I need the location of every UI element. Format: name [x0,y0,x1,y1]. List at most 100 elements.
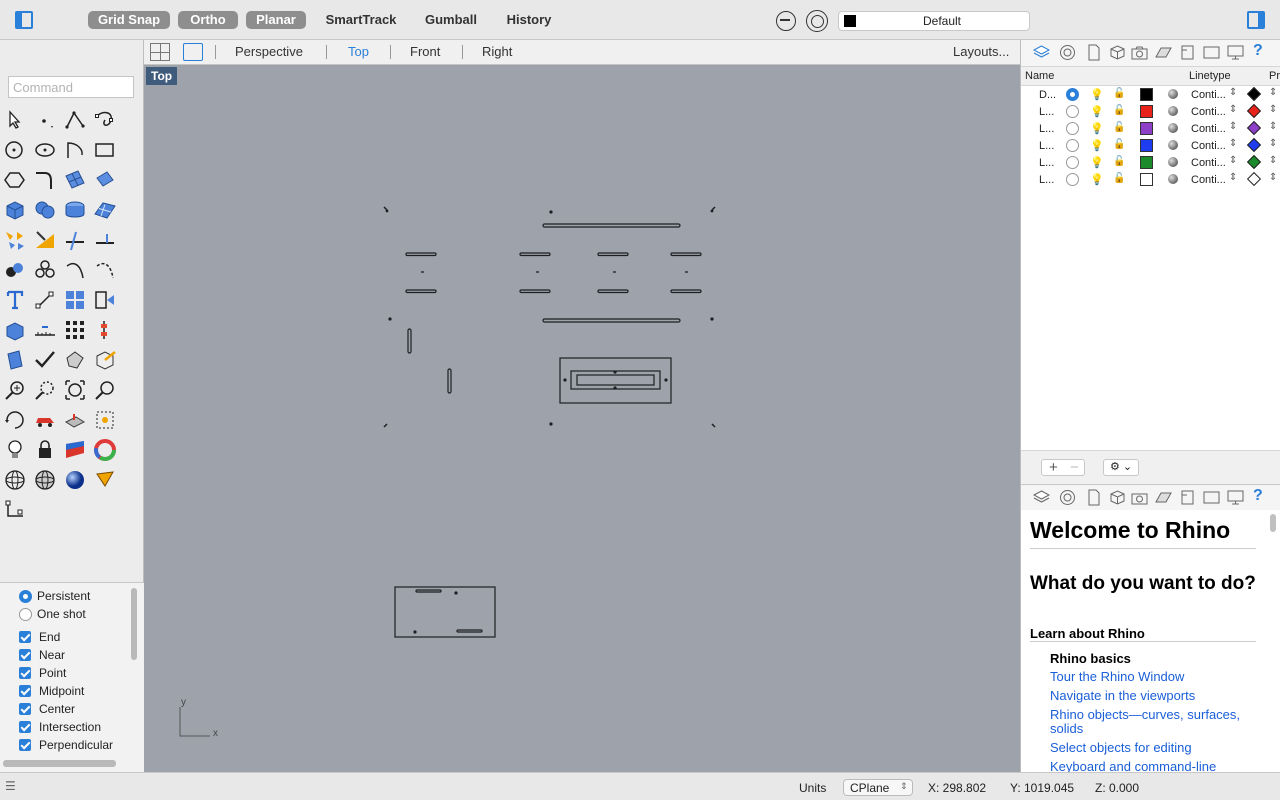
stepper-icon[interactable]: ⇕ [1229,138,1237,149]
zoom-extents-icon[interactable] [63,378,87,402]
material-sphere-icon[interactable] [1168,140,1178,150]
document-tab-icon[interactable] [1085,489,1102,506]
add-layer-icon[interactable]: + [1049,459,1058,476]
layer-color-swatch[interactable] [1140,88,1153,101]
toggle-left-panel-icon[interactable] [15,11,33,29]
light-tab-icon[interactable] [1179,44,1196,61]
top-viewport[interactable]: Top y x [144,65,1020,772]
layer-row[interactable]: D... 💡 🔓 Conti... ⇕ ⇕ [1021,86,1280,104]
lightbulb-icon[interactable]: 💡 [1090,139,1104,152]
help-tab-icon[interactable]: ? [1253,487,1270,504]
gumball-toggle[interactable]: Gumball [420,11,482,29]
check-icon[interactable] [33,348,57,372]
tab-front[interactable]: Front [410,44,440,59]
snap-center-checkbox[interactable]: Center [19,701,75,717]
extrude-icon[interactable] [3,318,27,342]
help-link-tour[interactable]: Tour the Rhino Window [1050,670,1250,684]
arc-icon[interactable] [63,138,87,162]
print-color-diamond-icon[interactable] [1246,154,1262,170]
light-tab-icon[interactable] [1179,489,1196,506]
grid-array-icon[interactable] [63,318,87,342]
stepper-icon[interactable]: ⇕ [1229,172,1237,183]
tab-perspective[interactable]: Perspective [235,44,303,59]
current-layer-radio[interactable] [1066,122,1079,135]
ellipse-icon[interactable] [33,138,57,162]
single-viewport-icon[interactable] [183,43,203,61]
layer-name[interactable]: L... [1039,174,1054,186]
car-icon[interactable] [33,408,57,432]
zoom-selected-icon[interactable] [93,378,117,402]
current-layer-select[interactable]: Default [838,11,1030,31]
materials-tab-icon[interactable] [1155,44,1172,61]
layer-linetype[interactable]: Conti... [1191,157,1226,169]
stepper-icon[interactable]: ⇕ [1269,104,1277,115]
layer-color-swatch[interactable] [1140,156,1153,169]
snap-midpoint-checkbox[interactable]: Midpoint [19,683,84,699]
print-color-diamond-icon[interactable] [1246,120,1262,136]
target-icon[interactable] [806,10,828,32]
lightbulb-icon[interactable]: 💡 [1090,156,1104,169]
gumball-align-icon[interactable] [3,498,27,522]
current-layer-radio[interactable] [1066,173,1079,186]
stepper-icon[interactable]: ⇕ [1229,104,1237,115]
circle-icon[interactable] [3,138,27,162]
planar-toggle[interactable]: Planar [246,11,306,29]
camera-tab-icon[interactable] [1131,44,1148,61]
point-icon[interactable] [33,108,57,132]
render-icon[interactable] [93,348,117,372]
help-scrollbar[interactable] [1270,514,1276,532]
sweep-surface-icon[interactable] [93,168,117,192]
material-sphere-icon[interactable] [1168,89,1178,99]
column-name[interactable]: Name [1025,70,1054,82]
layer-row[interactable]: L... 💡 🔓 Conti... ⇕ ⇕ [1021,171,1280,189]
offset-curve-icon[interactable] [63,258,87,282]
current-layer-radio[interactable] [1066,88,1079,101]
unlock-icon[interactable]: 🔓 [1113,88,1125,99]
layer-linetype[interactable]: Conti... [1191,140,1226,152]
surface-network-icon[interactable] [63,168,87,192]
remove-layer-icon[interactable]: − [1070,459,1079,476]
cube-tab-icon[interactable] [1109,44,1126,61]
material-sphere-icon[interactable] [1168,157,1178,167]
help-link-select[interactable]: Select objects for editing [1050,741,1250,755]
ruler-icon[interactable] [33,318,57,342]
polygon-icon[interactable] [3,168,27,192]
layer-color-swatch[interactable] [1140,139,1153,152]
stepper-icon[interactable]: ⇕ [1269,138,1277,149]
layer-linetype[interactable]: Conti... [1191,123,1226,135]
stepper-icon[interactable]: ⇕ [1269,121,1277,132]
lightbulb-icon[interactable]: 💡 [1090,105,1104,118]
material-sphere-icon[interactable] [1168,106,1178,116]
print-color-diamond-icon[interactable] [1246,171,1262,187]
layers-tab-icon[interactable] [1032,44,1051,61]
material-sphere-icon[interactable] [1168,174,1178,184]
persistent-radio[interactable]: Persistent [19,588,90,604]
curve-icon[interactable] [93,108,117,132]
layer-name[interactable]: L... [1039,123,1054,135]
lightbulb-icon[interactable]: 💡 [1090,122,1104,135]
column-linetype[interactable]: Linetype [1189,70,1231,82]
grid-snap-toggle[interactable]: Grid Snap [88,11,170,29]
cylinder-icon[interactable] [63,198,87,222]
menu-lines-icon[interactable]: ☰ [5,779,16,793]
snap-perpendicular-checkbox[interactable]: Perpendicular [19,737,113,753]
help-link-keyboard[interactable]: Keyboard and command-line [1050,760,1250,773]
sheet-tab-icon[interactable] [1203,44,1220,61]
units-label[interactable]: Units [799,781,826,795]
material-sphere-icon[interactable] [1168,123,1178,133]
layer-row[interactable]: L... 💡 🔓 Conti... ⇕ ⇕ [1021,120,1280,138]
unlock-icon[interactable]: 🔓 [1113,139,1125,150]
help-tab-icon[interactable]: ? [1253,42,1270,59]
layer-options-gear-icon[interactable]: ⚙ ⌄ [1103,459,1139,476]
layer-color-swatch[interactable] [1140,105,1153,118]
history-toggle[interactable]: History [502,11,556,29]
explode-icon[interactable] [3,228,27,252]
layouts-button[interactable]: Layouts... [953,44,1009,59]
current-layer-radio[interactable] [1066,139,1079,152]
flow-icon[interactable] [93,288,117,312]
tab-top[interactable]: Top [348,44,369,59]
camera-tab-icon[interactable] [1131,489,1148,506]
osnap-icon[interactable] [776,11,796,31]
transform-icon[interactable] [93,318,117,342]
print-color-diamond-icon[interactable] [1246,137,1262,153]
